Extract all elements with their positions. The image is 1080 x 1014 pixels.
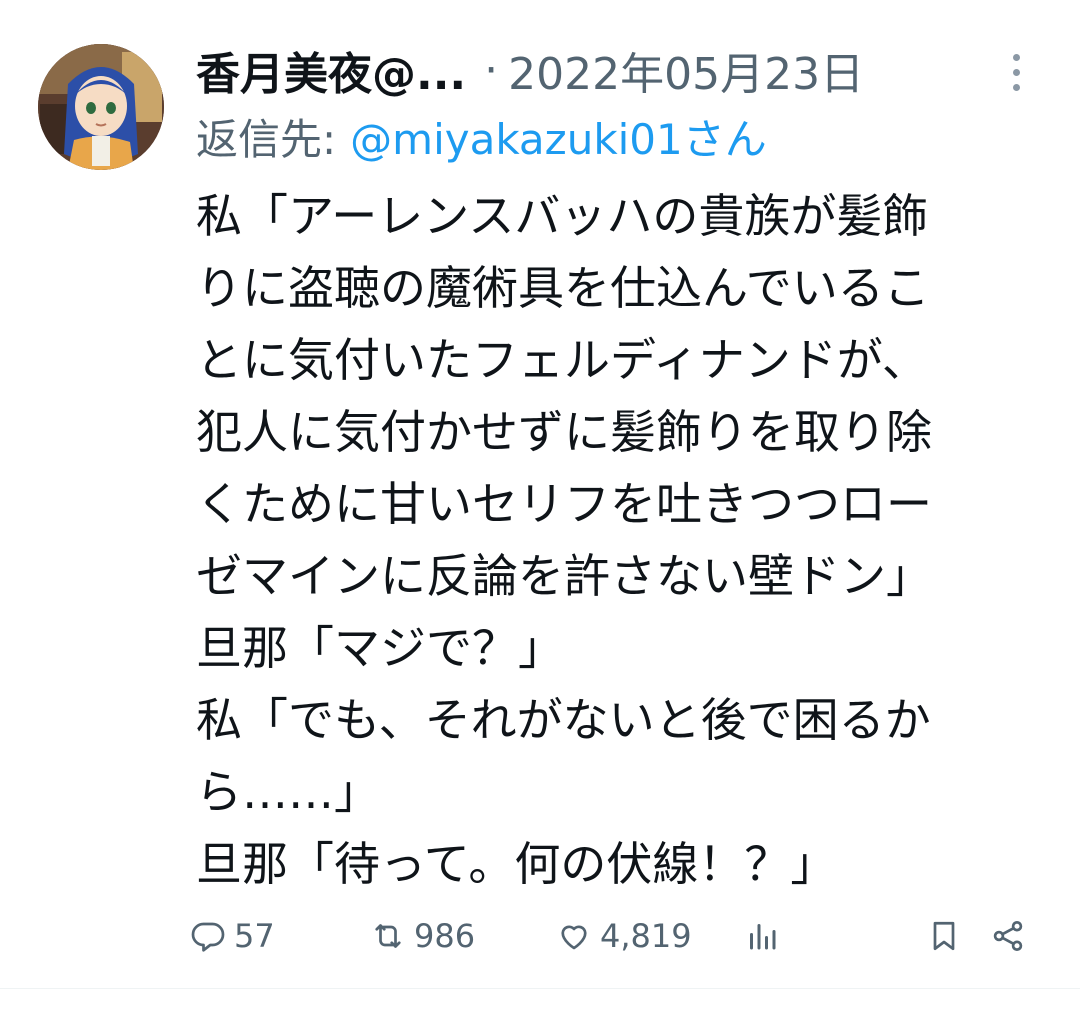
action-bar: 57 986 4,819 bbox=[190, 906, 1040, 966]
divider bbox=[0, 988, 1080, 989]
tweet-text-line: 旦那「待って。何の伏線！？」 bbox=[196, 837, 837, 891]
tweet-text-line: くために甘いセリフを吐きつつロー bbox=[196, 477, 932, 531]
tweet-date[interactable]: 2022年05月23日 bbox=[508, 38, 864, 102]
like-icon bbox=[561, 925, 587, 950]
share-button[interactable] bbox=[990, 906, 1026, 966]
more-vertical-icon bbox=[1012, 53, 1020, 61]
tweet-text-line: ゼマインに反論を許さない壁ドン」 bbox=[196, 549, 932, 603]
tweet-text-line: 旦那「マジで？」 bbox=[196, 621, 564, 675]
tweet-text-line: 犯人に気付かせずに髪飾りを取り除 bbox=[196, 405, 932, 459]
reply-button[interactable]: 57 bbox=[190, 906, 275, 966]
bookmark-button[interactable] bbox=[926, 906, 962, 966]
retweet-icon bbox=[375, 924, 401, 948]
like-count: 4,819 bbox=[600, 917, 692, 955]
reply-to: 返信先: @miyakazuki01さん bbox=[196, 104, 767, 168]
share-icon bbox=[993, 921, 1023, 951]
reply-icon bbox=[191, 922, 225, 952]
reply-to-label: 返信先: bbox=[196, 114, 337, 164]
tweet-text: 私「アーレンスバッハの貴族が髪飾 りに盗聴の魔術具を仕込んでいるこ とに気付いた… bbox=[196, 180, 1056, 900]
tweet: 香月美夜@... · 2022年05月23日 返信先: @miyakazuki0… bbox=[0, 0, 1080, 990]
tweet-text-line: とに気付いたフェルディナンドが、 bbox=[196, 333, 928, 387]
tweet-text-line: ら……」 bbox=[196, 765, 380, 819]
more-options-button[interactable] bbox=[996, 48, 1036, 96]
tweet-text-line: りに盗聴の魔術具を仕込んでいるこ bbox=[196, 261, 930, 315]
views-icon bbox=[750, 924, 776, 950]
display-name[interactable]: 香月美夜@... bbox=[196, 38, 466, 102]
tweet-text-line: 私「アーレンスバッハの貴族が髪飾 bbox=[196, 189, 929, 243]
views-button[interactable] bbox=[744, 906, 780, 966]
reply-count: 57 bbox=[234, 917, 275, 955]
separator-dot: · bbox=[484, 44, 499, 96]
avatar-image bbox=[38, 44, 164, 170]
like-button[interactable]: 4,819 bbox=[556, 906, 692, 966]
retweet-count: 986 bbox=[414, 917, 476, 955]
retweet-button[interactable]: 986 bbox=[370, 906, 475, 966]
tweet-text-line: 私「でも、それがないと後で困るか bbox=[196, 693, 931, 747]
bookmark-icon bbox=[933, 921, 955, 951]
avatar[interactable] bbox=[38, 44, 164, 170]
reply-to-handle[interactable]: @miyakazuki01さん bbox=[350, 106, 767, 167]
tweet-header: 香月美夜@... · 2022年05月23日 bbox=[196, 34, 864, 106]
